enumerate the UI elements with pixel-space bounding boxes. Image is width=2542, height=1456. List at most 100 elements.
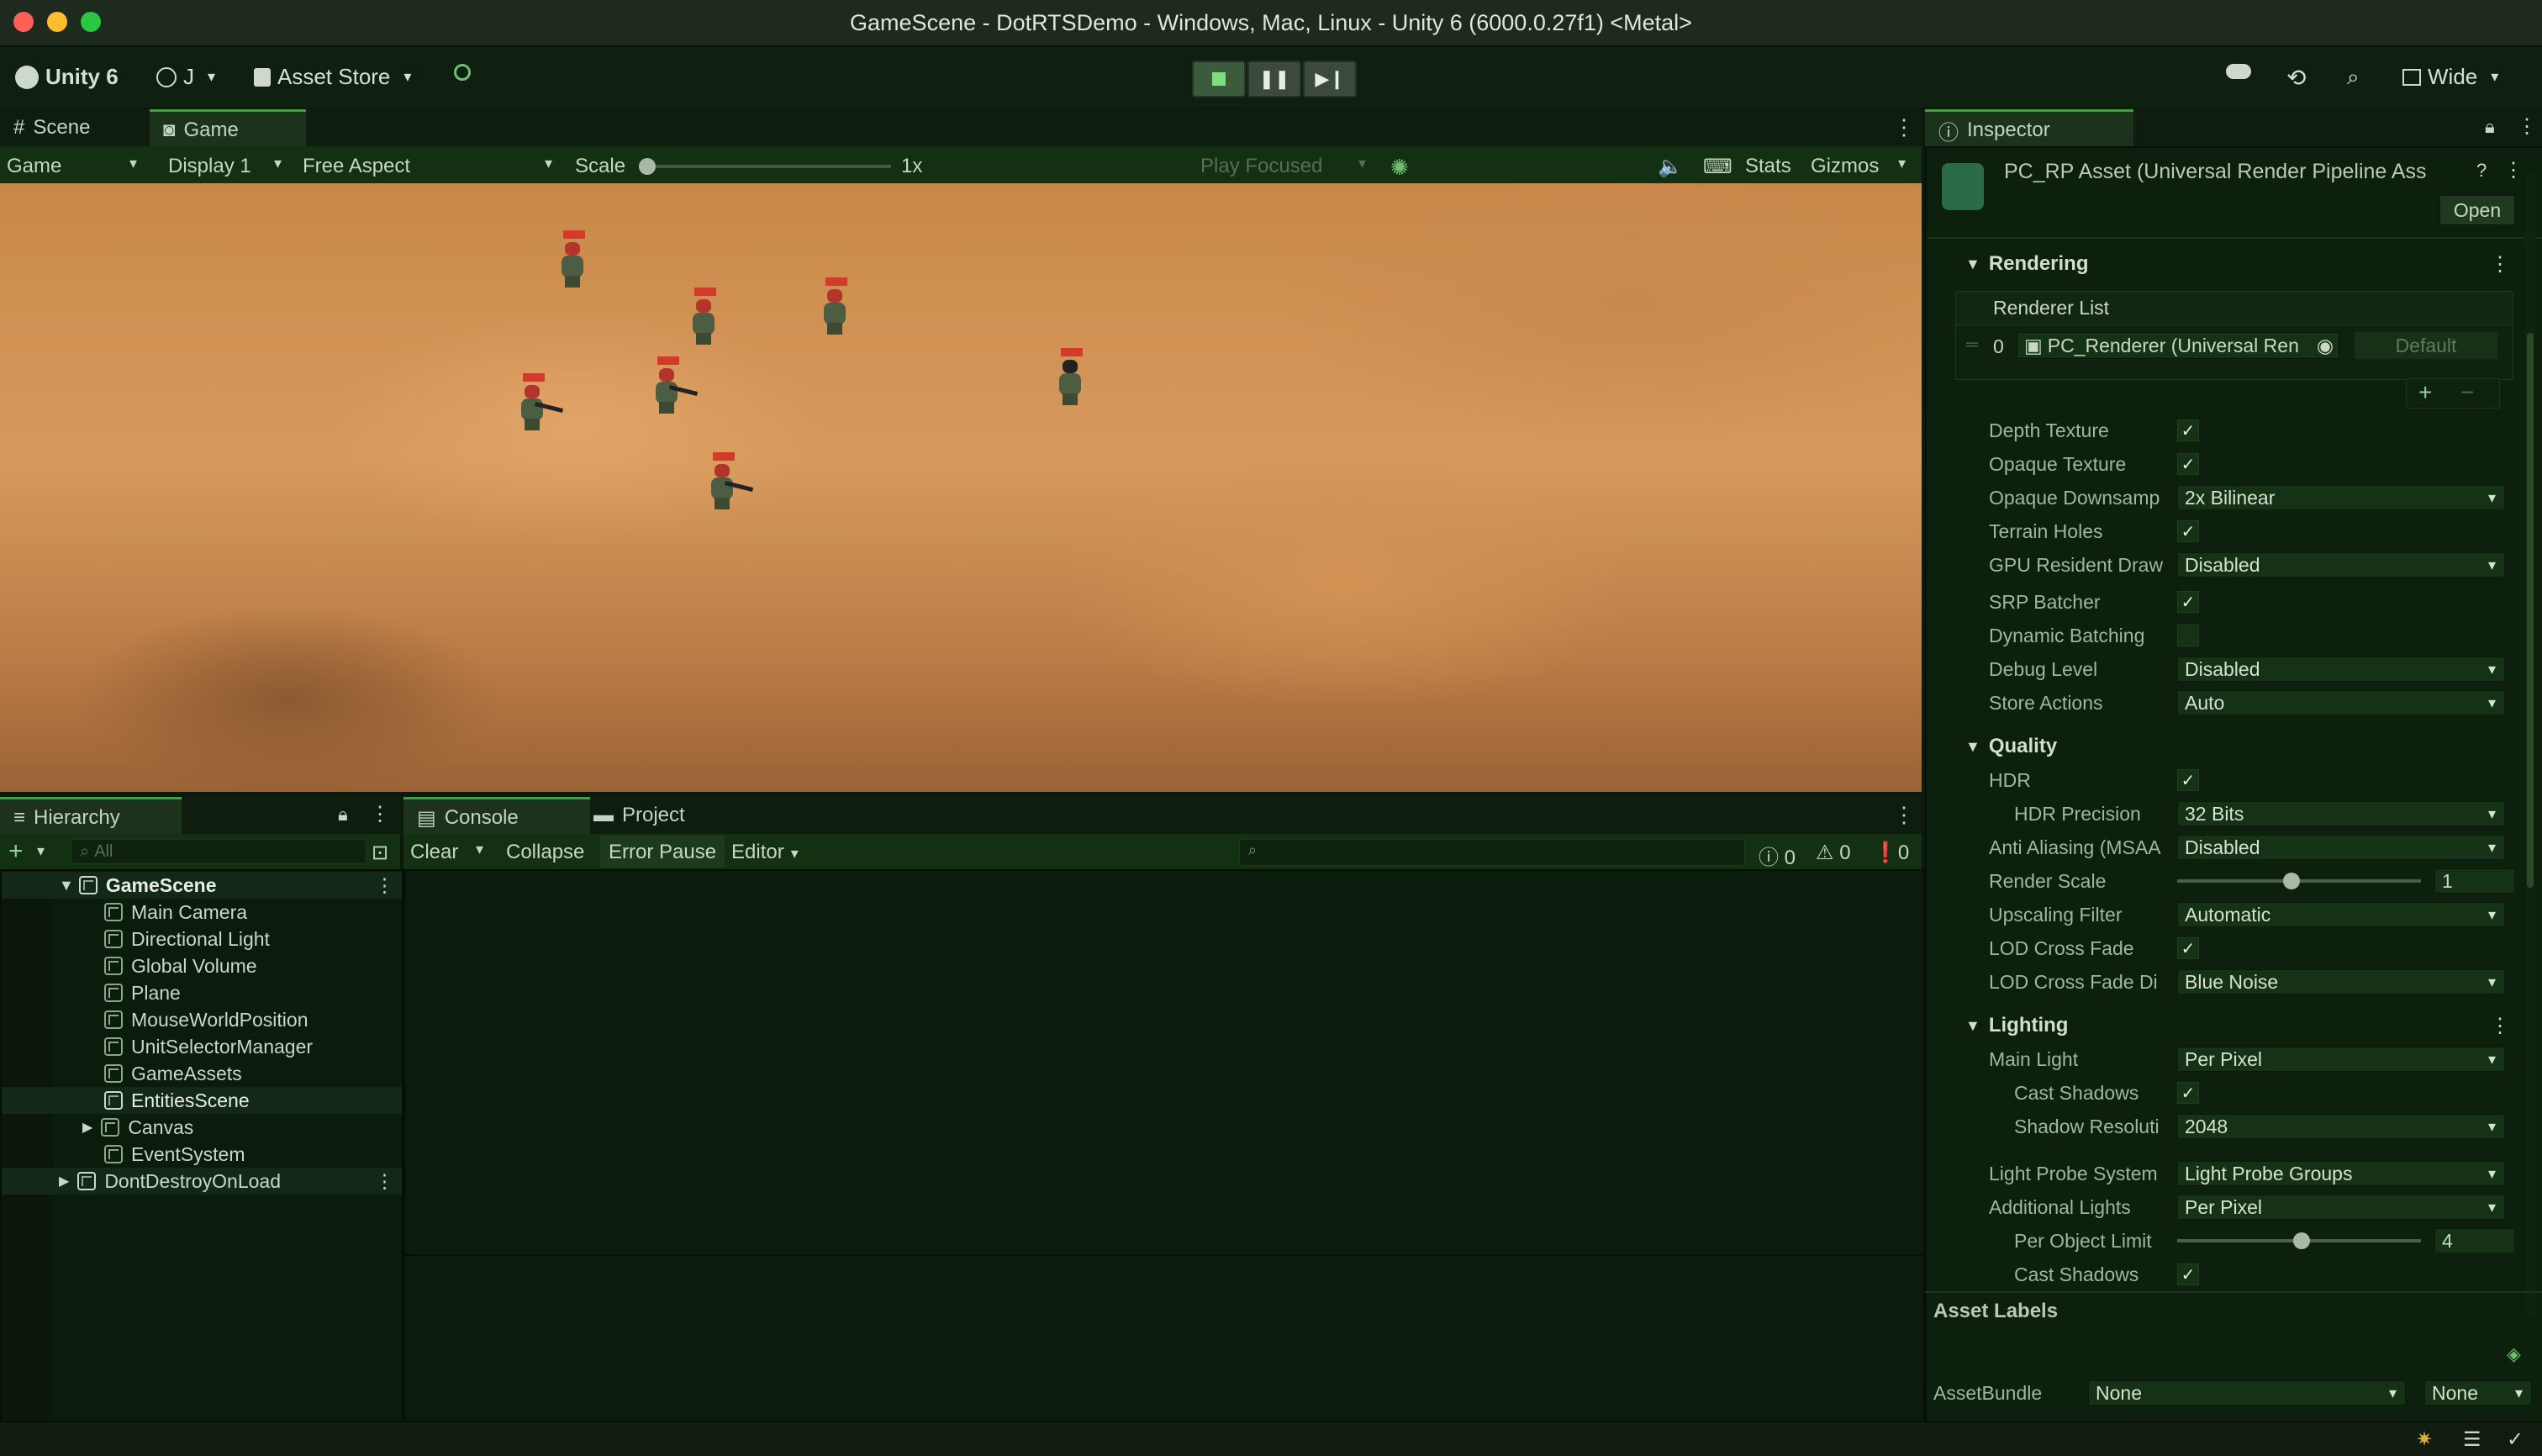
unit-soldier[interactable]	[1054, 348, 1088, 407]
aspect-dropdown[interactable]: Free Aspect ▾	[303, 155, 560, 178]
hierarchy-item-eventsystem[interactable]: EventSystem	[2, 1141, 402, 1168]
more-options-icon[interactable]: ⋮	[375, 1170, 394, 1193]
expand-arrow-icon[interactable]: ▼	[59, 877, 74, 894]
light-probe-dropdown[interactable]: Light Probe Groups	[2177, 1161, 2505, 1186]
hierarchy-item-unitselectormanager[interactable]: UnitSelectorManager	[2, 1033, 402, 1060]
rendering-setting-dropdown[interactable]: Disabled	[2177, 552, 2505, 578]
game-mode-dropdown[interactable]: Game ▾	[7, 155, 145, 178]
set-default-button[interactable]: Default	[2355, 332, 2497, 359]
search-icon[interactable]: ⌕	[2347, 64, 2360, 91]
hierarchy-search-input[interactable]: ⌕ All	[71, 839, 367, 864]
history-icon[interactable]: ⟲	[2286, 64, 2306, 92]
rendering-setting-checkbox[interactable]: ✓	[2177, 591, 2199, 613]
anti-aliasing-dropdown[interactable]: Disabled	[2177, 835, 2505, 860]
cache-server-icon[interactable]: ☰	[2463, 1427, 2481, 1452]
hdr-checkbox[interactable]: ✓	[2177, 769, 2199, 791]
hierarchy-item-plane[interactable]: Plane	[2, 979, 402, 1006]
info-count-toggle[interactable]: ⓘ 0	[1759, 841, 1796, 870]
rendering-setting-checkbox[interactable]: ✓	[2177, 419, 2199, 441]
tab-console[interactable]: ▤ Console	[403, 797, 590, 836]
rendering-section-header[interactable]: ▼ Rendering	[1965, 252, 2089, 276]
object-picker-icon[interactable]: ◉	[2317, 335, 2334, 357]
rendering-setting-checkbox[interactable]: ✓	[2177, 520, 2199, 542]
account-dropdown[interactable]: J	[156, 64, 215, 90]
per-object-limit-knob[interactable]	[2293, 1232, 2310, 1249]
tab-project[interactable]: ▬ Project	[580, 797, 699, 834]
lighting-section-header[interactable]: ▼ Lighting	[1965, 1014, 2068, 1037]
renderer-object-field[interactable]: ▣ PC_Renderer (Universal Ren ◉	[2017, 332, 2339, 359]
unit-soldier[interactable]	[688, 288, 721, 346]
more-options-icon[interactable]: ⋮	[370, 802, 390, 826]
drag-handle-icon[interactable]: ═	[1966, 335, 1978, 355]
inspector-scrollbar-thumb[interactable]	[2527, 333, 2534, 888]
main-light-dropdown[interactable]: Per Pixel	[2177, 1047, 2505, 1072]
upscaling-dropdown[interactable]: Automatic	[2177, 902, 2505, 927]
unit-soldier[interactable]	[651, 356, 699, 415]
rendering-setting-dropdown[interactable]: Auto	[2177, 690, 2505, 715]
hierarchy-item-entitiesscene[interactable]: EntitiesScene	[2, 1087, 402, 1114]
stats-button[interactable]: Stats	[1745, 155, 1791, 178]
scale-slider-knob[interactable]	[639, 158, 656, 175]
hdr-precision-dropdown[interactable]: 32 Bits	[2177, 801, 2505, 826]
tab-scene[interactable]: # Scene	[0, 109, 103, 146]
warning-count-toggle[interactable]: ⚠ 0	[1816, 841, 1851, 865]
per-object-limit-field[interactable]: 4	[2434, 1228, 2515, 1253]
quality-section-header[interactable]: ▼ Quality	[1965, 735, 2057, 758]
clear-button[interactable]: Clear	[410, 841, 458, 864]
cast-shadows-checkbox[interactable]: ✓	[2177, 1082, 2199, 1104]
cloud-icon[interactable]	[2226, 64, 2251, 79]
hierarchy-item-global-volume[interactable]: Global Volume	[2, 952, 402, 979]
hierarchy-item-gamescene[interactable]: ▼ GameScene ⋮	[2, 872, 402, 899]
tag-icon[interactable]: ◈	[2507, 1343, 2521, 1365]
render-scale-slider[interactable]	[2177, 873, 2421, 889]
step-button[interactable]: ▶❙	[1303, 61, 1357, 98]
hierarchy-item-mouseworldposition[interactable]: MouseWorldPosition	[2, 1006, 402, 1033]
clear-dropdown-icon[interactable]: ▾	[476, 841, 483, 858]
bug-icon[interactable]: ✺	[1390, 155, 1409, 181]
gizmos-button[interactable]: Gizmos	[1811, 155, 1879, 178]
unity-version-button[interactable]: Unity 6	[15, 64, 119, 90]
lod-cross-fade-checkbox[interactable]: ✓	[2177, 937, 2199, 959]
open-button[interactable]: Open	[2439, 195, 2515, 225]
render-scale-knob[interactable]	[2283, 873, 2300, 889]
more-options-icon[interactable]: ⋮	[2503, 158, 2524, 182]
additional-cast-shadows-checkbox[interactable]: ✓	[2177, 1263, 2199, 1285]
pause-button[interactable]: ❚❚	[1247, 61, 1301, 98]
hierarchy-item-main-camera[interactable]: Main Camera	[2, 899, 402, 926]
console-search-input[interactable]: ⌕	[1239, 839, 1745, 866]
search-scene-icon[interactable]: ⊡	[372, 841, 388, 865]
tab-game[interactable]: ◙ Game	[150, 109, 306, 149]
keyboard-icon[interactable]: ⌨	[1703, 155, 1732, 179]
collapse-toggle[interactable]: Collapse	[506, 841, 584, 864]
play-focused-dropdown[interactable]: Play Focused ▾	[1200, 155, 1374, 178]
more-options-icon[interactable]: ⋮	[2490, 252, 2510, 277]
hierarchy-item-directional-light[interactable]: Directional Light	[2, 926, 402, 952]
scale-slider[interactable]	[639, 158, 891, 175]
layout-dropdown[interactable]: Wide	[2402, 64, 2498, 90]
render-scale-field[interactable]: 1	[2434, 868, 2515, 894]
tab-hierarchy[interactable]: ≡ Hierarchy	[0, 797, 182, 836]
game-viewport[interactable]	[0, 183, 1922, 792]
display-dropdown[interactable]: Display 1 ▾	[168, 155, 286, 178]
add-dropdown-icon[interactable]: ▾	[37, 842, 45, 860]
check-status-icon[interactable]: ✓	[2507, 1427, 2524, 1452]
hierarchy-item-gameassets[interactable]: GameAssets	[2, 1060, 402, 1087]
error-count-toggle[interactable]: ❗0	[1873, 841, 1909, 865]
shadow-resolution-dropdown[interactable]: 2048	[2177, 1114, 2505, 1139]
editor-dropdown[interactable]: Editor	[731, 841, 799, 864]
asset-store-dropdown[interactable]: Asset Store	[254, 64, 411, 90]
asset-bundle-dropdown[interactable]: None	[2088, 1380, 2406, 1406]
error-pause-toggle[interactable]: Error Pause	[600, 836, 725, 868]
more-options-icon[interactable]: ⋮	[2517, 114, 2537, 139]
unit-soldier[interactable]	[516, 373, 564, 432]
add-object-button[interactable]: +	[8, 837, 24, 866]
asset-bundle-variant-dropdown[interactable]: None	[2424, 1380, 2532, 1406]
unit-soldier[interactable]	[556, 230, 590, 289]
lod-cross-fade-dither-dropdown[interactable]: Blue Noise	[2177, 969, 2505, 994]
expand-arrow-icon[interactable]: ▶	[82, 1119, 92, 1136]
hierarchy-item-dontdestroyonload[interactable]: ▶ DontDestroyOnLoad ⋮	[2, 1168, 402, 1195]
additional-lights-dropdown[interactable]: Per Pixel	[2177, 1195, 2505, 1220]
unit-soldier[interactable]	[819, 277, 852, 336]
more-options-icon[interactable]: ⋮	[1893, 802, 1915, 828]
lock-icon[interactable]: 🔒︎	[2485, 116, 2495, 138]
